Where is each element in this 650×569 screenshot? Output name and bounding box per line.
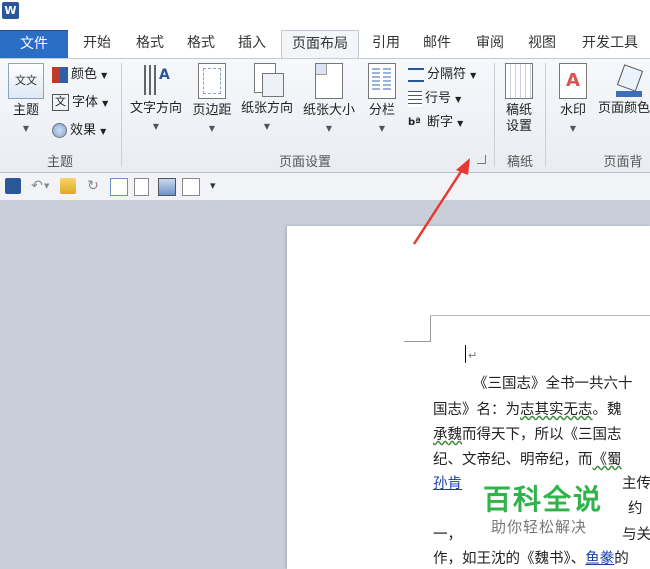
zoom-page-icon[interactable]	[182, 178, 200, 196]
watermark-button[interactable]: A 水印 ▼	[553, 63, 593, 137]
paper-size-icon	[315, 63, 343, 99]
document-line[interactable]: 约	[628, 497, 643, 518]
theme-effects-button[interactable]: 效果 ▼	[52, 121, 106, 141]
watermark-title: 百科全说	[483, 483, 604, 516]
page-setup-group-label: 页面设置	[278, 155, 331, 170]
paragraph-mark-icon: ↵	[468, 349, 478, 362]
svg-text:A: A	[159, 67, 170, 83]
page-setup-dialog-launcher[interactable]	[477, 155, 486, 164]
quick-access-toolbar: ↶ ▼ ↻ ▾	[0, 173, 650, 201]
edit-icon[interactable]	[110, 178, 128, 196]
margins-icon	[198, 63, 226, 99]
text-direction-button[interactable]: A 文字方向 ▼	[124, 63, 188, 135]
line-numbers-icon	[408, 90, 422, 107]
save-icon[interactable]	[5, 178, 21, 194]
hyphenation-button[interactable]: bª 断字 ▼	[408, 113, 463, 133]
watermark-subtitle: 助你轻松解决	[491, 518, 588, 536]
color-palette-icon	[52, 66, 68, 83]
line-numbers-button[interactable]: 行号 ▼	[408, 89, 461, 109]
dropdown-arrow-icon: ▼	[22, 124, 30, 133]
group-divider	[121, 63, 122, 167]
effects-circle-icon	[52, 123, 67, 138]
font-a-icon: 文	[52, 94, 69, 111]
draft-paper-icon	[505, 63, 533, 99]
undo-dropdown-icon[interactable]: ▼	[44, 178, 52, 194]
document-line[interactable]: 作，如王沈的《魏书》、鱼豢的	[433, 547, 629, 568]
document-line[interactable]: 《三国志》全书一共六十	[473, 372, 633, 393]
tab-format-2[interactable]: 格式	[178, 30, 224, 57]
new-document-icon[interactable]	[134, 178, 149, 196]
document-line[interactable]: 承魏而得天下，所以《三国志	[433, 423, 622, 444]
background-group-label: 页面背	[603, 155, 643, 170]
text-direction-icon: A	[141, 63, 171, 97]
tab-review[interactable]: 审阅	[467, 30, 513, 57]
theme-fonts-button[interactable]: 文字体 ▼	[52, 93, 108, 113]
crop-mark	[404, 341, 431, 342]
word-app-icon[interactable]: W	[2, 2, 19, 19]
orientation-icon	[252, 63, 284, 97]
orientation-button[interactable]: 纸张方向 ▼	[236, 63, 298, 135]
redo-icon[interactable]: ↻	[85, 178, 101, 194]
page-color-button[interactable]: 页面颜色	[598, 63, 650, 117]
crop-mark	[430, 315, 431, 341]
tab-page-layout[interactable]: 页面布局	[281, 30, 359, 59]
columns-button[interactable]: 分栏 ▼	[362, 63, 402, 137]
document-line[interactable]: 与关	[622, 523, 650, 544]
tab-view[interactable]: 视图	[519, 30, 565, 57]
customize-toolbar-icon[interactable]: ▾	[210, 178, 226, 194]
ribbon: 文文 主题 ▼ 颜色 ▼ 文字体 ▼ 效果 ▼ 主题 A 文字方向 ▼ 页边距 …	[0, 58, 650, 173]
paper-size-button[interactable]: 纸张大小 ▼	[298, 63, 360, 137]
document-line[interactable]: 主传	[622, 472, 650, 493]
tab-insert[interactable]: 插入	[229, 30, 275, 57]
draft-paper-settings-button[interactable]: 稿纸 设置	[499, 63, 539, 135]
theme-group-label: 主题	[46, 155, 73, 170]
draft-group-label: 稿纸	[506, 155, 533, 170]
text-cursor	[465, 345, 466, 363]
group-divider	[545, 63, 546, 167]
ribbon-tab-row: 文件 开始 格式 格式 插入 页面布局 引用 邮件 审阅 视图 开发工具	[0, 28, 650, 59]
columns-icon	[368, 63, 396, 99]
tab-references[interactable]: 引用	[363, 30, 409, 57]
tab-home[interactable]: 开始	[74, 30, 120, 57]
title-bar: W	[0, 0, 650, 28]
margins-button[interactable]: 页边距 ▼	[188, 63, 236, 137]
header-boundary	[430, 315, 650, 316]
theme-colors-button[interactable]: 颜色 ▼	[52, 65, 107, 85]
undo-icon[interactable]: ↶	[29, 178, 45, 194]
document-line[interactable]: 纪、文帝纪、明帝纪，而《蜀	[433, 448, 622, 469]
tab-format-1[interactable]: 格式	[127, 30, 173, 57]
print-preview-icon[interactable]	[158, 178, 176, 196]
hyphenation-icon: bª	[408, 116, 421, 128]
themes-button[interactable]: 文文 主题 ▼	[6, 63, 46, 137]
document-line[interactable]: 一，	[433, 523, 462, 544]
document-line[interactable]: 国志》名：为志其实无志。魏	[433, 398, 622, 419]
paint-bucket-icon	[616, 63, 644, 97]
watermark-icon: A	[559, 63, 587, 99]
open-folder-icon[interactable]	[60, 178, 76, 194]
tab-developer[interactable]: 开发工具	[572, 30, 648, 57]
document-line[interactable]: 孙肯	[433, 472, 462, 493]
themes-icon: 文文	[8, 63, 44, 99]
breaks-icon	[408, 67, 424, 82]
breaks-button[interactable]: 分隔符 ▼	[408, 65, 476, 85]
group-divider	[494, 63, 495, 167]
tab-file[interactable]: 文件	[0, 30, 68, 58]
tab-mailings[interactable]: 邮件	[414, 30, 460, 57]
